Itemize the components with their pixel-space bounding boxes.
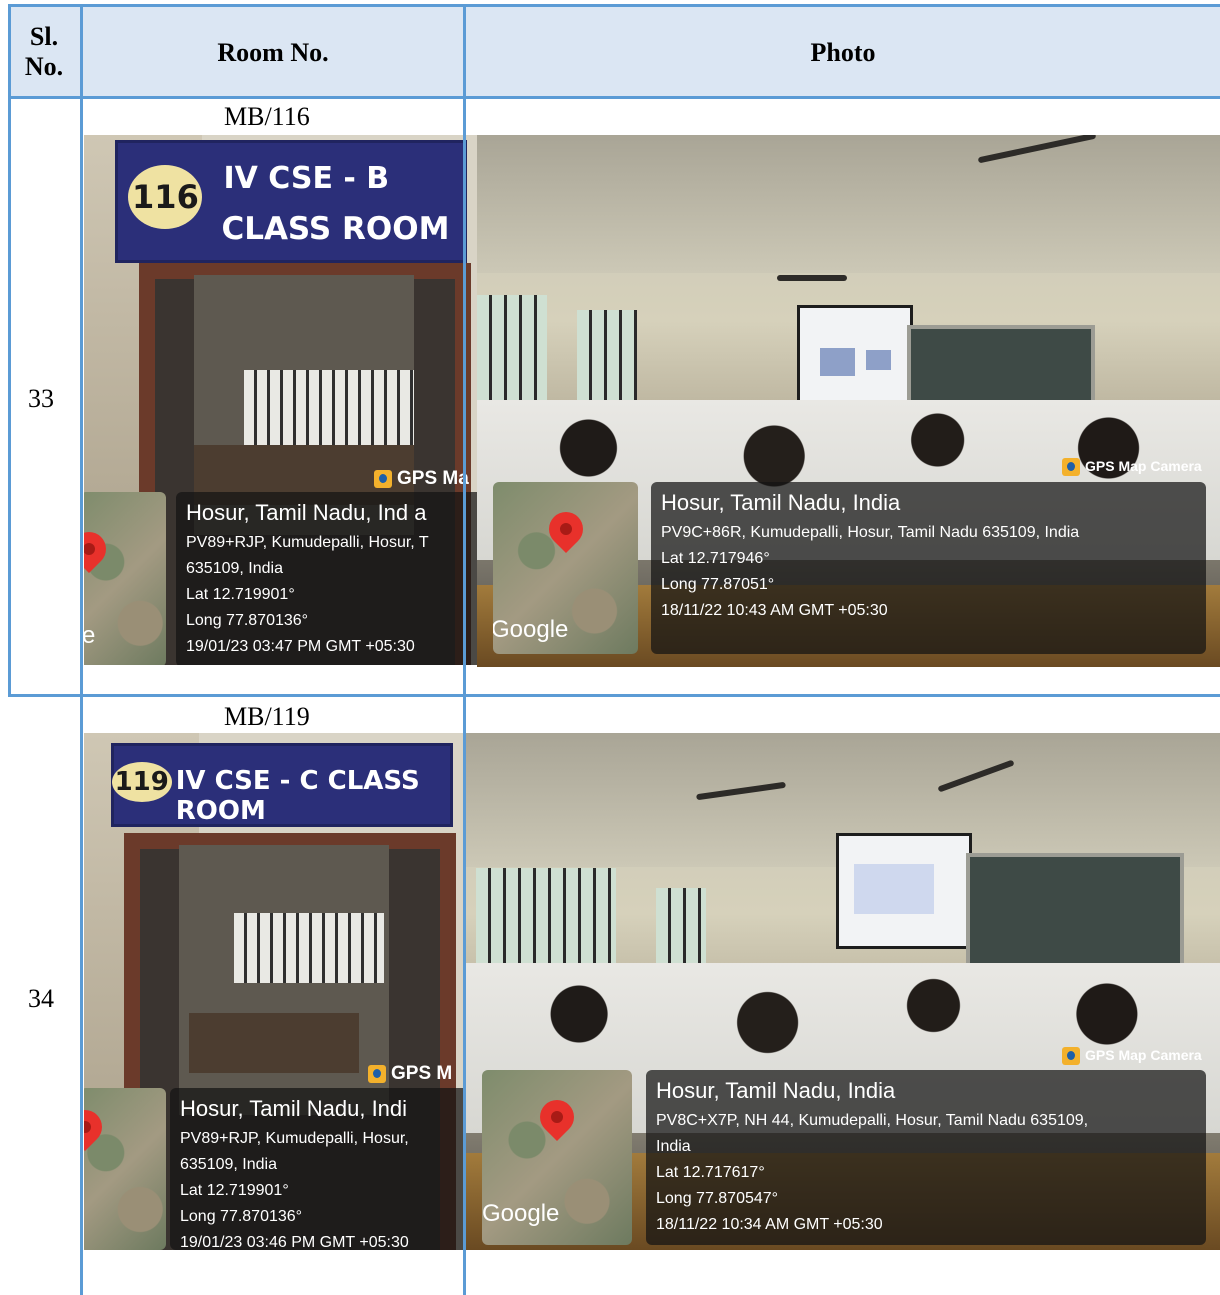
classroom-photo: GPS Map Camera Google Hosur, Tamil Nadu,… bbox=[466, 733, 1220, 1250]
classroom-photo: GPS Map Camera Google Hosur, Tamil Nadu,… bbox=[477, 135, 1220, 667]
door-photo: 119 IV CSE - C CLASS ROOM GPS M Hosur, T… bbox=[84, 733, 466, 1250]
gps-latitude: Lat 12.717946° bbox=[661, 550, 770, 567]
header-sl-no: Sl. No. bbox=[24, 22, 64, 81]
gps-info-overlay: Hosur, Tamil Nadu, India PV9C+86R, Kumud… bbox=[651, 482, 1206, 654]
gps-longitude: Long 77.870136° bbox=[186, 612, 309, 629]
sl-no-cell: 34 bbox=[28, 984, 54, 1013]
table-border bbox=[8, 96, 1220, 99]
gps-longitude: Long 77.870136° bbox=[180, 1208, 303, 1225]
gps-longitude: Long 77.870547° bbox=[656, 1190, 779, 1207]
sl-no-cell: 33 bbox=[28, 384, 54, 413]
board-line-2: CLASS ROOM bbox=[221, 211, 450, 248]
door-photo: 116 IV CSE - B CLASS ROOM GPS Ma e Hosur… bbox=[84, 135, 477, 665]
gps-address-line: 635109, India bbox=[180, 1156, 277, 1173]
table-border bbox=[8, 694, 1220, 697]
gps-map-thumbnail bbox=[84, 1088, 166, 1250]
table-border bbox=[80, 4, 83, 1295]
gps-timestamp: 19/01/23 03:46 PM GMT +05:30 bbox=[180, 1234, 409, 1250]
table-border bbox=[8, 4, 1220, 7]
map-pin-icon bbox=[541, 504, 591, 554]
room-name-board: 116 IV CSE - B CLASS ROOM bbox=[115, 140, 468, 263]
gps-address-line: PV89+RJP, Kumudepalli, Hosur, T bbox=[186, 534, 429, 551]
gps-info-overlay: Hosur, Tamil Nadu, Indi PV89+RJP, Kumude… bbox=[170, 1088, 466, 1250]
room-no-label: MB/116 bbox=[224, 102, 310, 131]
table-border bbox=[463, 4, 466, 1295]
gps-camera-icon bbox=[1062, 458, 1080, 477]
gps-latitude: Lat 12.717617° bbox=[656, 1164, 765, 1181]
gps-info-overlay: Hosur, Tamil Nadu, India PV8C+X7P, NH 44… bbox=[646, 1070, 1206, 1245]
gps-info-overlay: Hosur, Tamil Nadu, Ind a PV89+RJP, Kumud… bbox=[176, 492, 477, 665]
table-border bbox=[8, 4, 11, 696]
room-no-label: MB/119 bbox=[224, 702, 310, 731]
map-google-logo: Google bbox=[493, 616, 569, 643]
gps-timestamp: 18/11/22 10:34 AM GMT +05:30 bbox=[656, 1216, 883, 1233]
gps-location-title: Hosur, Tamil Nadu, Indi bbox=[180, 1096, 408, 1121]
room-number-badge: 119 bbox=[111, 762, 172, 803]
gps-camera-tag: GPS Ma bbox=[374, 468, 469, 490]
map-google-logo: e bbox=[84, 622, 96, 649]
gps-map-thumbnail: Google bbox=[493, 482, 638, 654]
gps-camera-icon bbox=[368, 1064, 386, 1083]
gps-timestamp: 18/11/22 10:43 AM GMT +05:30 bbox=[661, 602, 888, 619]
gps-location-title: Hosur, Tamil Nadu, India bbox=[661, 490, 901, 515]
gps-camera-tag: GPS Map Camera bbox=[1062, 458, 1202, 477]
map-pin-icon bbox=[84, 1102, 110, 1152]
gps-camera-tag: GPS M bbox=[368, 1063, 452, 1085]
gps-address-line: India bbox=[656, 1138, 691, 1155]
room-number-badge: 116 bbox=[128, 165, 203, 230]
gps-map-thumbnail: Google bbox=[482, 1070, 632, 1245]
room-photo-table: Sl. No. Room No. Photo 33 MB/116 116 IV … bbox=[0, 0, 1220, 1295]
room-name-board: 119 IV CSE - C CLASS ROOM bbox=[110, 743, 453, 827]
gps-location-title: Hosur, Tamil Nadu, Ind a bbox=[186, 500, 427, 525]
gps-camera-icon bbox=[1062, 1047, 1080, 1066]
gps-address-line: PV9C+86R, Kumudepalli, Hosur, Tamil Nadu… bbox=[661, 524, 1080, 541]
header-photo: Photo bbox=[810, 38, 876, 67]
gps-address-line: PV8C+X7P, NH 44, Kumudepalli, Hosur, Tam… bbox=[656, 1112, 1089, 1129]
gps-camera-icon bbox=[374, 469, 392, 488]
gps-latitude: Lat 12.719901° bbox=[180, 1182, 289, 1199]
map-pin-icon bbox=[532, 1092, 582, 1142]
map-pin-icon bbox=[84, 524, 114, 574]
board-line-1: IV CSE - B bbox=[223, 161, 390, 197]
gps-longitude: Long 77.87051° bbox=[661, 576, 775, 593]
board-line-1: IV CSE - C CLASS ROOM bbox=[175, 766, 420, 827]
gps-timestamp: 19/01/23 03:47 PM GMT +05:30 bbox=[186, 638, 415, 655]
gps-latitude: Lat 12.719901° bbox=[186, 586, 295, 603]
gps-map-thumbnail: e bbox=[84, 492, 166, 665]
gps-address-line: PV89+RJP, Kumudepalli, Hosur, bbox=[180, 1130, 409, 1147]
header-room-no: Room No. bbox=[217, 38, 329, 67]
gps-address-line: 635109, India bbox=[186, 560, 283, 577]
gps-camera-tag: GPS Map Camera bbox=[1062, 1047, 1202, 1066]
gps-location-title: Hosur, Tamil Nadu, India bbox=[656, 1078, 896, 1103]
map-google-logo: Google bbox=[482, 1200, 560, 1227]
